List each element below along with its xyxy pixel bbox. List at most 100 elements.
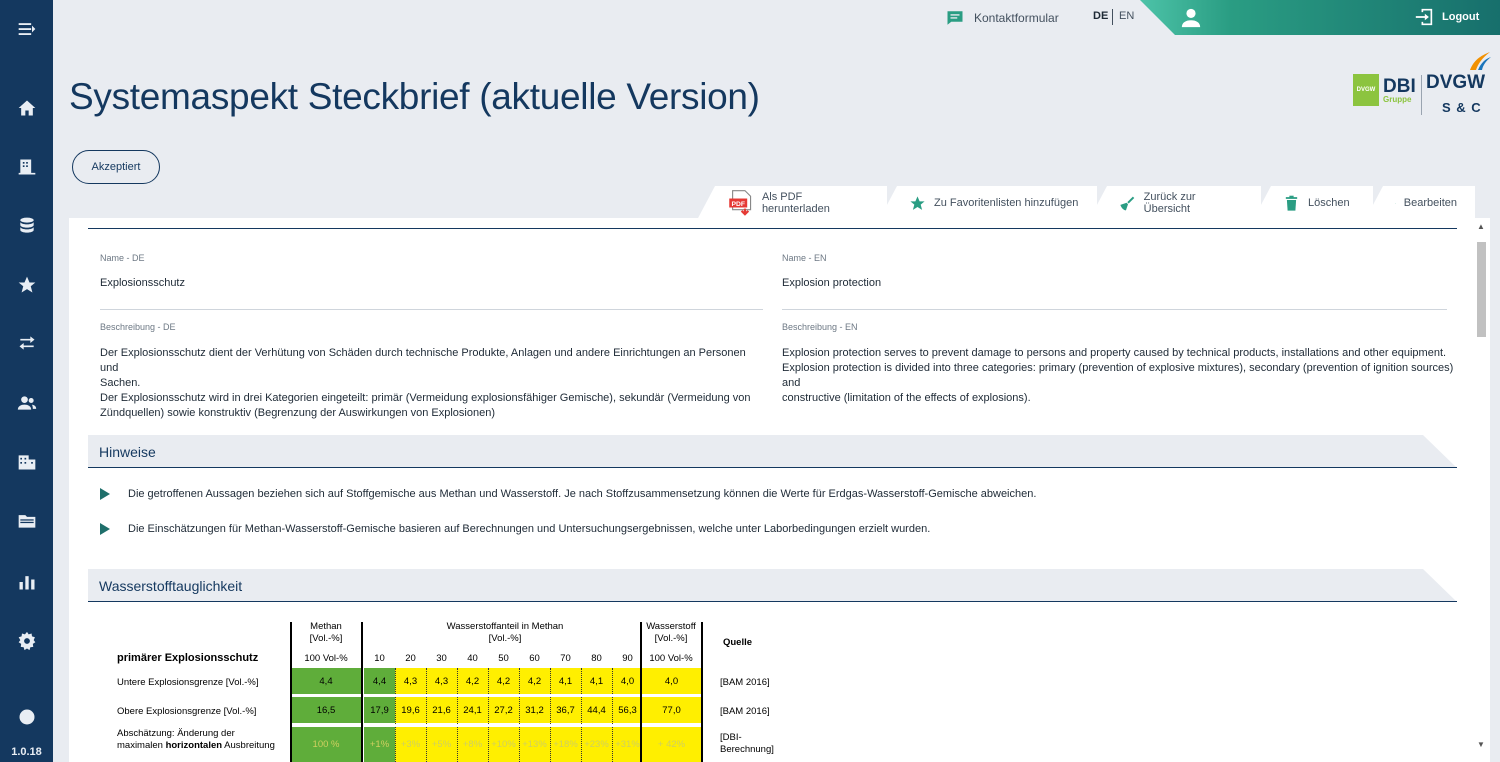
- table-cell-mix: 17,9: [364, 697, 395, 723]
- user-icon[interactable]: [1180, 7, 1202, 29]
- table-dotted-divider: [550, 668, 551, 762]
- table-dotted-divider: [581, 668, 582, 762]
- pdf-icon: PDF: [729, 190, 752, 216]
- note-item: Die getroffenen Aussagen beziehen sich a…: [100, 488, 1036, 500]
- row-source: [DBI- Berechnung]: [720, 732, 774, 756]
- row-source: [BAM 2016]: [720, 677, 770, 688]
- table-cell-mix: 31,2: [519, 697, 550, 723]
- app-version: 1.0.18: [11, 746, 42, 758]
- note-item: Die Einschätzungen für Methan-Wasserstof…: [100, 523, 930, 535]
- settings-icon[interactable]: [0, 626, 53, 656]
- star-icon: [910, 195, 925, 210]
- info-icon[interactable]: [0, 702, 53, 732]
- scroll-up-arrow[interactable]: ▲: [1476, 222, 1486, 232]
- field-underline: [100, 309, 763, 310]
- chat-icon: [947, 11, 963, 25]
- add-to-favorites-label: Zu Favoritenlisten hinzufügen: [934, 197, 1079, 209]
- row-source-text: Berechnung]: [720, 744, 774, 755]
- row-group-title: primärer Explosionsschutz: [117, 652, 259, 664]
- desc-de-line: Sachen.: [100, 377, 141, 389]
- bullet-arrow-icon: [100, 488, 110, 500]
- name-en-label: Name - EN: [782, 253, 827, 263]
- wasserstoff-title: Wasserstofftauglichkeit: [99, 578, 243, 594]
- logout-button[interactable]: Logout: [1414, 8, 1479, 26]
- lang-en[interactable]: EN: [1119, 10, 1134, 22]
- users-icon[interactable]: [0, 388, 53, 418]
- contact-form-label: Kontaktformular: [974, 11, 1059, 25]
- contact-form-link[interactable]: Kontaktformular: [946, 7, 1059, 29]
- col-header-text: Wasserstoffanteil in Methan: [446, 621, 564, 632]
- table-cell-mix: 4,2: [457, 668, 488, 694]
- row-label-text: Abschätzung: Änderung der: [117, 728, 235, 739]
- table-cell-mix: 4,3: [395, 668, 426, 694]
- lang-de[interactable]: DE: [1093, 10, 1108, 22]
- col-subheader-h2: 100 Vol-%: [649, 653, 693, 664]
- star-icon[interactable]: [0, 270, 53, 300]
- col-header-text: Methan: [310, 621, 342, 632]
- note-text: Die getroffenen Aussagen beziehen sich a…: [128, 488, 1037, 500]
- col-header-methan: Methan [Vol.-%]: [291, 621, 361, 645]
- table-cell-mix: 4,2: [488, 668, 519, 694]
- col-subheader-methan: 100 Vol-%: [304, 653, 348, 664]
- desc-en-label: Beschreibung - EN: [782, 322, 858, 332]
- desc-de-line: Der Explosionsschutz wird in drei Katego…: [100, 392, 751, 404]
- row-label-part: Ausbreitung: [222, 740, 275, 751]
- table-divider: [701, 622, 703, 762]
- table-cell-mix: 21,6: [426, 697, 457, 723]
- table-cell-mix: 24,1: [457, 697, 488, 723]
- database-icon[interactable]: [0, 211, 53, 241]
- dbi-logo-badge: DVGW: [1353, 74, 1379, 106]
- chart-icon[interactable]: [0, 567, 53, 597]
- menu-icon[interactable]: [0, 14, 53, 44]
- row-label: Untere Explosionsgrenze [Vol.-%]: [117, 677, 259, 688]
- col-header-text: [Vol.-%]: [654, 633, 688, 644]
- building-icon[interactable]: [0, 152, 53, 182]
- table-cell-mix: 4,4: [364, 668, 395, 694]
- broom-icon: [1120, 196, 1135, 210]
- download-pdf-button[interactable]: PDF Als PDF herunterladen: [697, 186, 887, 220]
- desc-de-value: Der Explosionsschutz dient der Verhütung…: [100, 346, 760, 421]
- logout-label: Logout: [1442, 11, 1480, 23]
- wasserstoff-section-header: Wasserstofftauglichkeit: [88, 569, 1457, 602]
- table-cell-mix: 56,3: [612, 697, 643, 723]
- col-header-h2: Wasserstoff [Vol.-%]: [641, 621, 701, 645]
- table-dotted-divider: [612, 668, 613, 762]
- col-header-mix: Wasserstoffanteil in Methan [Vol.-%]: [365, 621, 645, 645]
- col-subheader-mix: 10: [374, 653, 385, 664]
- col-header-text: [Vol.-%]: [309, 633, 343, 644]
- hydrogen-suitability-table: Methan [Vol.-%] Wasserstoffanteil in Met…: [115, 620, 795, 762]
- col-header-text: [Vol.-%]: [488, 633, 522, 644]
- table-cell-mix: +13%: [519, 727, 550, 762]
- table-cell-methan: 100 %: [291, 727, 361, 762]
- edit-button[interactable]: Bearbeiten: [1365, 186, 1475, 220]
- table-cell-methan: 4,4: [291, 668, 361, 694]
- table-cell-mix: +23%: [581, 727, 612, 762]
- name-de-value: Explosionsschutz: [100, 277, 185, 289]
- name-de-label: Name - DE: [100, 253, 145, 263]
- hinweise-title: Hinweise: [99, 444, 156, 460]
- table-dotted-divider: [519, 668, 520, 762]
- table-cell-mix: 4,1: [581, 668, 612, 694]
- table-cell-h2: + 42%: [642, 727, 701, 762]
- desc-de-label: Beschreibung - DE: [100, 322, 176, 332]
- folder-icon[interactable]: [0, 506, 53, 536]
- office-icon[interactable]: [0, 447, 53, 477]
- back-to-overview-button[interactable]: Zurück zur Übersicht: [1089, 186, 1261, 220]
- action-bar: PDF Als PDF herunterladen Zu Favoritenli…: [697, 186, 1490, 220]
- scrollbar-thumb[interactable]: [1477, 242, 1486, 337]
- scroll-down-arrow[interactable]: ▼: [1476, 740, 1486, 750]
- sidebar: 1.0.18: [0, 0, 53, 762]
- table-dotted-divider: [426, 668, 427, 762]
- dbi-logo-subtext: Gruppe: [1383, 94, 1412, 104]
- back-to-overview-label: Zurück zur Übersicht: [1143, 191, 1196, 215]
- add-to-favorites-button[interactable]: Zu Favoritenlisten hinzufügen: [879, 186, 1097, 220]
- transfer-icon[interactable]: [0, 328, 53, 358]
- table-dotted-divider: [395, 668, 396, 762]
- row-label: Abschätzung: Änderung der maximalen hori…: [117, 728, 275, 752]
- table-cell-mix: +10%: [488, 727, 519, 762]
- dbi-logo-text: DBI: [1383, 75, 1416, 97]
- table-cell-mix: +5%: [426, 727, 457, 762]
- table-cell-mix: +31%: [612, 727, 643, 762]
- home-icon[interactable]: [0, 93, 53, 123]
- delete-button[interactable]: Löschen: [1253, 186, 1373, 220]
